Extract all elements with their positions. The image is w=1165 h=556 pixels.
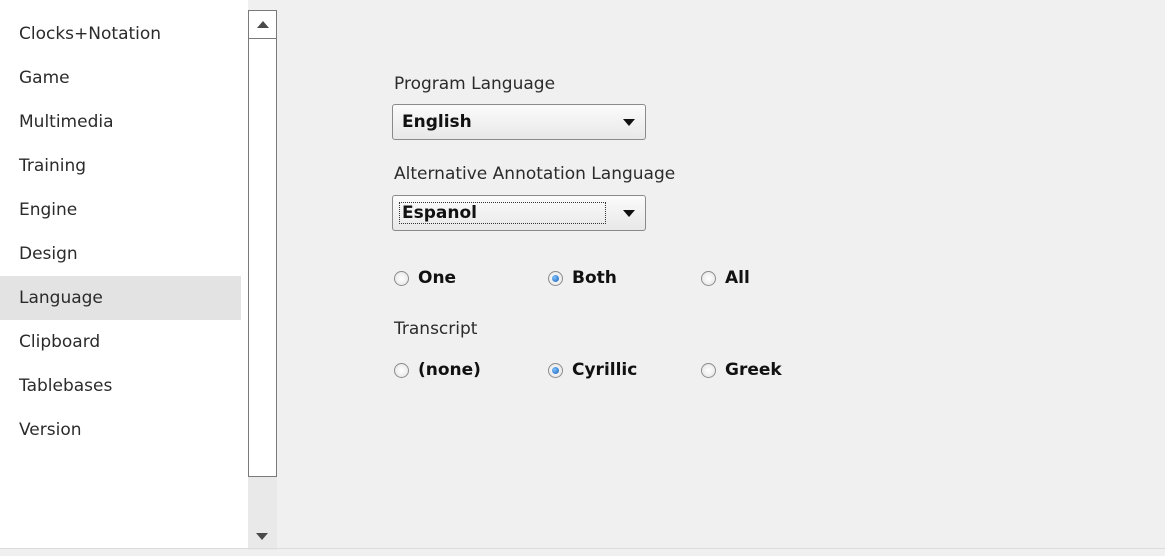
settings-sidebar: Clocks+Notation Game Multimedia Training… [0, 0, 248, 548]
sidebar-scrollbar[interactable] [248, 10, 277, 550]
transcript-label: Transcript [394, 319, 478, 339]
radio-button-checked-icon [548, 362, 563, 378]
radio-button-icon [394, 362, 409, 378]
chevron-down-icon [623, 119, 635, 126]
radio-button-checked-icon [548, 270, 563, 286]
chevron-down-icon [623, 210, 635, 217]
scroll-thumb[interactable] [248, 39, 277, 477]
radio-none[interactable]: (none) [394, 360, 481, 380]
radio-all-label: All [725, 268, 750, 288]
sidebar-item-game[interactable]: Game [0, 56, 241, 100]
sidebar-item-tablebases[interactable]: Tablebases [0, 364, 241, 408]
sidebar-item-clocks-notation[interactable]: Clocks+Notation [0, 12, 241, 56]
radio-one-label: One [418, 268, 457, 288]
annotation-language-label: Alternative Annotation Language [394, 164, 676, 184]
radio-button-icon [701, 270, 716, 286]
program-language-value: English [402, 112, 472, 132]
program-language-select[interactable]: English [392, 104, 646, 140]
settings-category-list: Clocks+Notation Game Multimedia Training… [0, 12, 241, 452]
radio-greek[interactable]: Greek [701, 360, 782, 380]
program-language-label: Program Language [394, 74, 556, 94]
radio-button-icon [701, 362, 716, 378]
sidebar-item-language[interactable]: Language [0, 276, 241, 320]
radio-all[interactable]: All [701, 268, 750, 288]
annotation-language-select[interactable]: Espanol [392, 195, 646, 231]
sidebar-item-clipboard[interactable]: Clipboard [0, 320, 241, 364]
sidebar-item-design[interactable]: Design [0, 232, 241, 276]
scroll-up-button[interactable] [248, 10, 277, 39]
sidebar-item-training[interactable]: Training [0, 144, 241, 188]
radio-cyrillic[interactable]: Cyrillic [548, 360, 637, 380]
arrow-down-icon [256, 533, 268, 540]
annotation-language-value: Espanol [399, 202, 606, 224]
sidebar-item-version[interactable]: Version [0, 408, 241, 452]
radio-both[interactable]: Both [548, 268, 617, 288]
radio-none-label: (none) [418, 360, 481, 380]
radio-button-icon [394, 270, 409, 286]
sidebar-item-multimedia[interactable]: Multimedia [0, 100, 241, 144]
radio-one[interactable]: One [394, 268, 456, 288]
radio-both-label: Both [572, 268, 617, 288]
radio-greek-label: Greek [725, 360, 782, 380]
divider [0, 548, 1165, 549]
sidebar-item-engine[interactable]: Engine [0, 188, 241, 232]
arrow-up-icon [257, 21, 269, 28]
radio-cyrillic-label: Cyrillic [572, 360, 638, 380]
scroll-down-button[interactable] [248, 521, 277, 550]
